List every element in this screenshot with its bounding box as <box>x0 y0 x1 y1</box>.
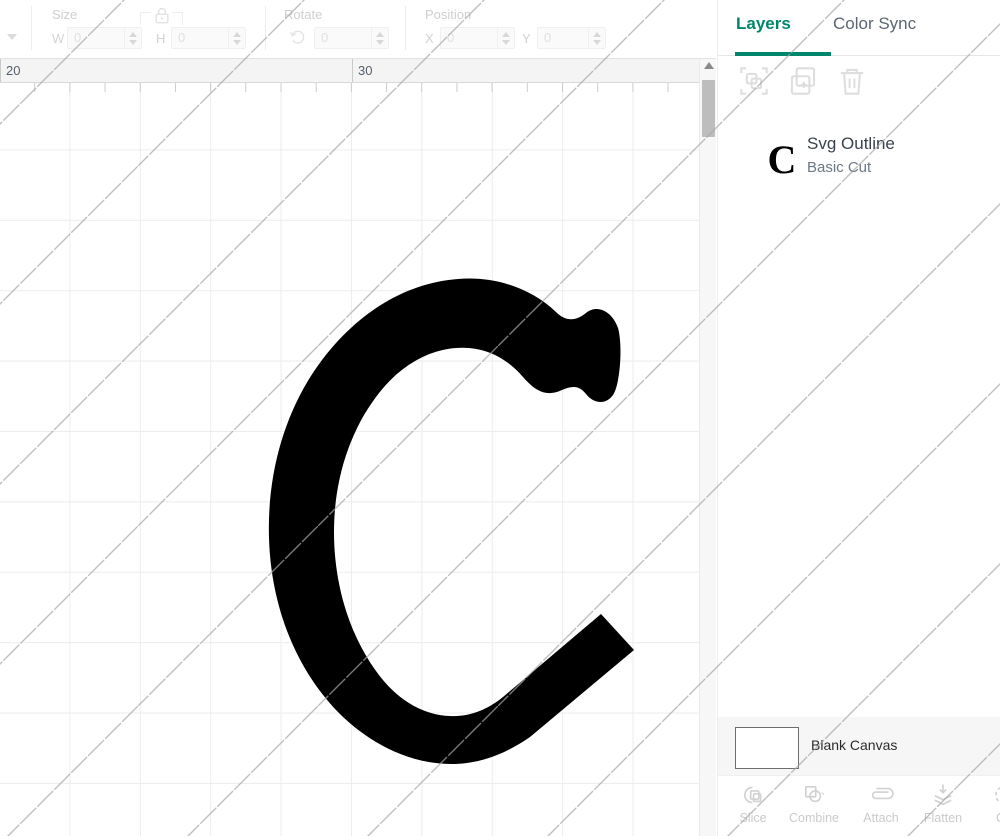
group-dropdown-caret[interactable] <box>7 34 17 40</box>
slice-label: Slice <box>739 811 767 825</box>
blank-canvas-thumbnail[interactable] <box>735 727 799 769</box>
top-toolbar: rp Size W 0 H 0 <box>0 0 716 59</box>
tab-layers-underline <box>735 52 831 56</box>
panel-tab-bar: Layers Color Sync <box>718 0 1000 56</box>
height-field-label: H <box>156 31 166 46</box>
rotate-input[interactable]: 0 <box>314 27 376 49</box>
lock-bracket-left <box>140 12 151 25</box>
y-value: 0 <box>544 30 552 45</box>
position-group-label: Position <box>425 7 472 22</box>
panel-action-bar <box>718 58 1000 108</box>
width-stepper[interactable] <box>124 27 142 49</box>
contour-button[interactable]: Co <box>971 781 1000 825</box>
horizontal-ruler[interactable]: 20 30 <box>0 59 716 83</box>
width-input[interactable]: 0 <box>67 27 129 49</box>
flatten-icon <box>928 781 958 809</box>
x-stepper[interactable] <box>497 27 515 49</box>
scroll-up-arrow-icon[interactable] <box>704 62 714 69</box>
attach-button[interactable]: Attach <box>848 781 914 825</box>
ruler-major-tick <box>352 59 353 82</box>
panel-bottom-toolbar: Slice Combine Attach Flatten <box>718 775 1000 836</box>
rotate-icon[interactable] <box>288 28 308 48</box>
layer-thumbnail: C <box>767 137 797 182</box>
rotate-stepper[interactable] <box>371 27 389 49</box>
ruler-label: 30 <box>358 63 373 78</box>
combine-button[interactable]: Combine <box>781 781 847 825</box>
combine-icon <box>799 781 829 809</box>
x-field-label: X <box>425 31 434 46</box>
vertical-scroll-thumb[interactable] <box>702 80 715 137</box>
canvas-minor-ticks <box>0 83 716 92</box>
tab-color-sync[interactable]: Color Sync <box>833 14 916 34</box>
x-value: 0 <box>447 30 455 45</box>
ruler-major-tick <box>0 59 1 82</box>
blank-canvas-label: Blank Canvas <box>811 737 898 753</box>
blank-canvas-row[interactable]: Blank Canvas <box>718 717 1000 775</box>
attach-icon <box>866 781 896 809</box>
layer-list: C Svg Outline Basic Cut <box>718 112 1000 704</box>
right-panel: Layers Color Sync C Svg Outline Basic Cu… <box>717 0 1000 836</box>
contour-icon <box>989 781 1000 809</box>
combine-label: Combine <box>788 811 840 825</box>
contour-label: Co <box>971 811 1000 825</box>
layer-subtitle: Basic Cut <box>807 159 872 176</box>
height-input[interactable]: 0 <box>171 27 233 49</box>
app-root: rp Size W 0 H 0 <box>0 0 1000 836</box>
duplicate-icon[interactable] <box>784 62 822 100</box>
slice-icon <box>738 781 768 809</box>
width-field-label: W <box>52 31 65 46</box>
lock-bracket-right <box>172 12 183 25</box>
width-value: 0 <box>74 30 82 45</box>
height-value: 0 <box>178 30 186 45</box>
toolbar-divider-3 <box>405 6 406 50</box>
flatten-label: Flatten <box>923 811 963 825</box>
toolbar-divider-1 <box>31 6 32 50</box>
rotate-group-label: Rotate <box>284 7 323 22</box>
y-field-label: Y <box>522 31 531 46</box>
x-input[interactable]: 0 <box>440 27 502 49</box>
canvas-vertical-scrollbar[interactable] <box>699 59 716 836</box>
delete-icon[interactable] <box>833 62 871 100</box>
y-stepper[interactable] <box>588 27 606 49</box>
attach-label: Attach <box>863 811 899 825</box>
layer-title: Svg Outline <box>807 134 895 153</box>
tab-layers[interactable]: Layers <box>736 14 791 34</box>
toolbar-divider-2 <box>265 6 266 50</box>
slice-button[interactable]: Slice <box>720 781 786 825</box>
list-item[interactable]: C Svg Outline Basic Cut <box>718 130 1000 192</box>
height-stepper[interactable] <box>228 27 246 49</box>
rotate-value: 0 <box>321 30 329 45</box>
lock-closed-icon[interactable] <box>152 6 172 26</box>
group-icon[interactable] <box>735 62 773 100</box>
flatten-button[interactable]: Flatten <box>910 781 976 825</box>
canvas-grid <box>0 83 716 836</box>
size-group-label: Size <box>52 7 78 22</box>
ruler-label: 20 <box>6 63 21 78</box>
design-canvas[interactable] <box>0 83 716 836</box>
